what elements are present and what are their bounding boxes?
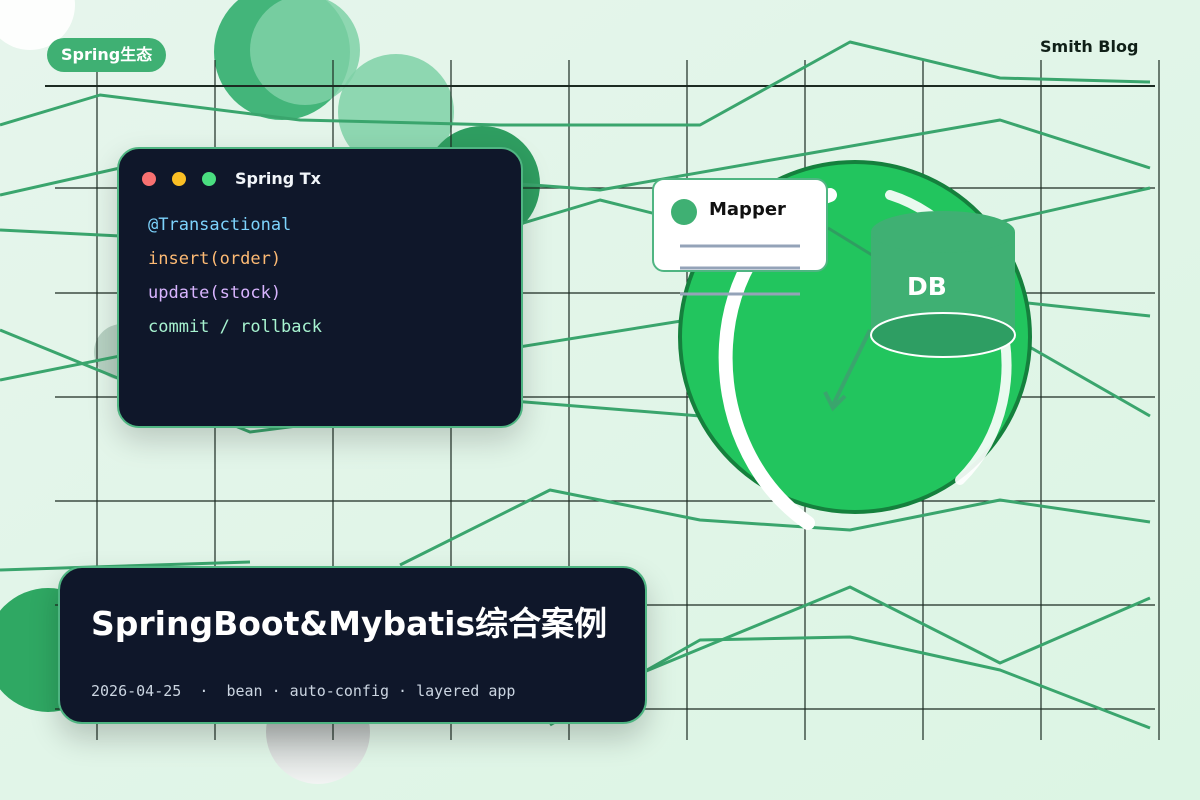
- title-card: SpringBoot&Mybatis综合案例 2026-04-25 · bean…: [58, 566, 647, 724]
- code-window-title: Spring Tx: [235, 169, 321, 188]
- category-tag[interactable]: Spring生态: [47, 38, 167, 72]
- post-meta: 2026-04-25 · bean · auto-config · layere…: [91, 682, 515, 700]
- code-line: @Transactional: [148, 215, 292, 235]
- db-label: DB: [907, 272, 947, 301]
- code-line: insert(order): [148, 249, 282, 269]
- code-window: Spring Tx @Transactional insert(order) u…: [117, 147, 523, 428]
- mapper-card: Mapper: [652, 178, 828, 272]
- close-dot-icon: [142, 172, 156, 186]
- db-cylinder-top: [871, 211, 1015, 253]
- post-tags: bean · auto-config · layered app: [226, 682, 516, 700]
- minimize-dot-icon: [172, 172, 186, 186]
- mapper-lines: [680, 244, 800, 270]
- meta-separator: ·: [199, 682, 209, 700]
- code-line: update(stock): [148, 283, 282, 303]
- page-title: SpringBoot&Mybatis综合案例: [91, 604, 608, 643]
- maximize-dot-icon: [202, 172, 216, 186]
- code-line: commit / rollback: [148, 317, 322, 337]
- post-date: 2026-04-25: [91, 682, 182, 700]
- db-cylinder-bottom: [870, 312, 1016, 358]
- blog-name: Smith Blog: [1040, 37, 1139, 56]
